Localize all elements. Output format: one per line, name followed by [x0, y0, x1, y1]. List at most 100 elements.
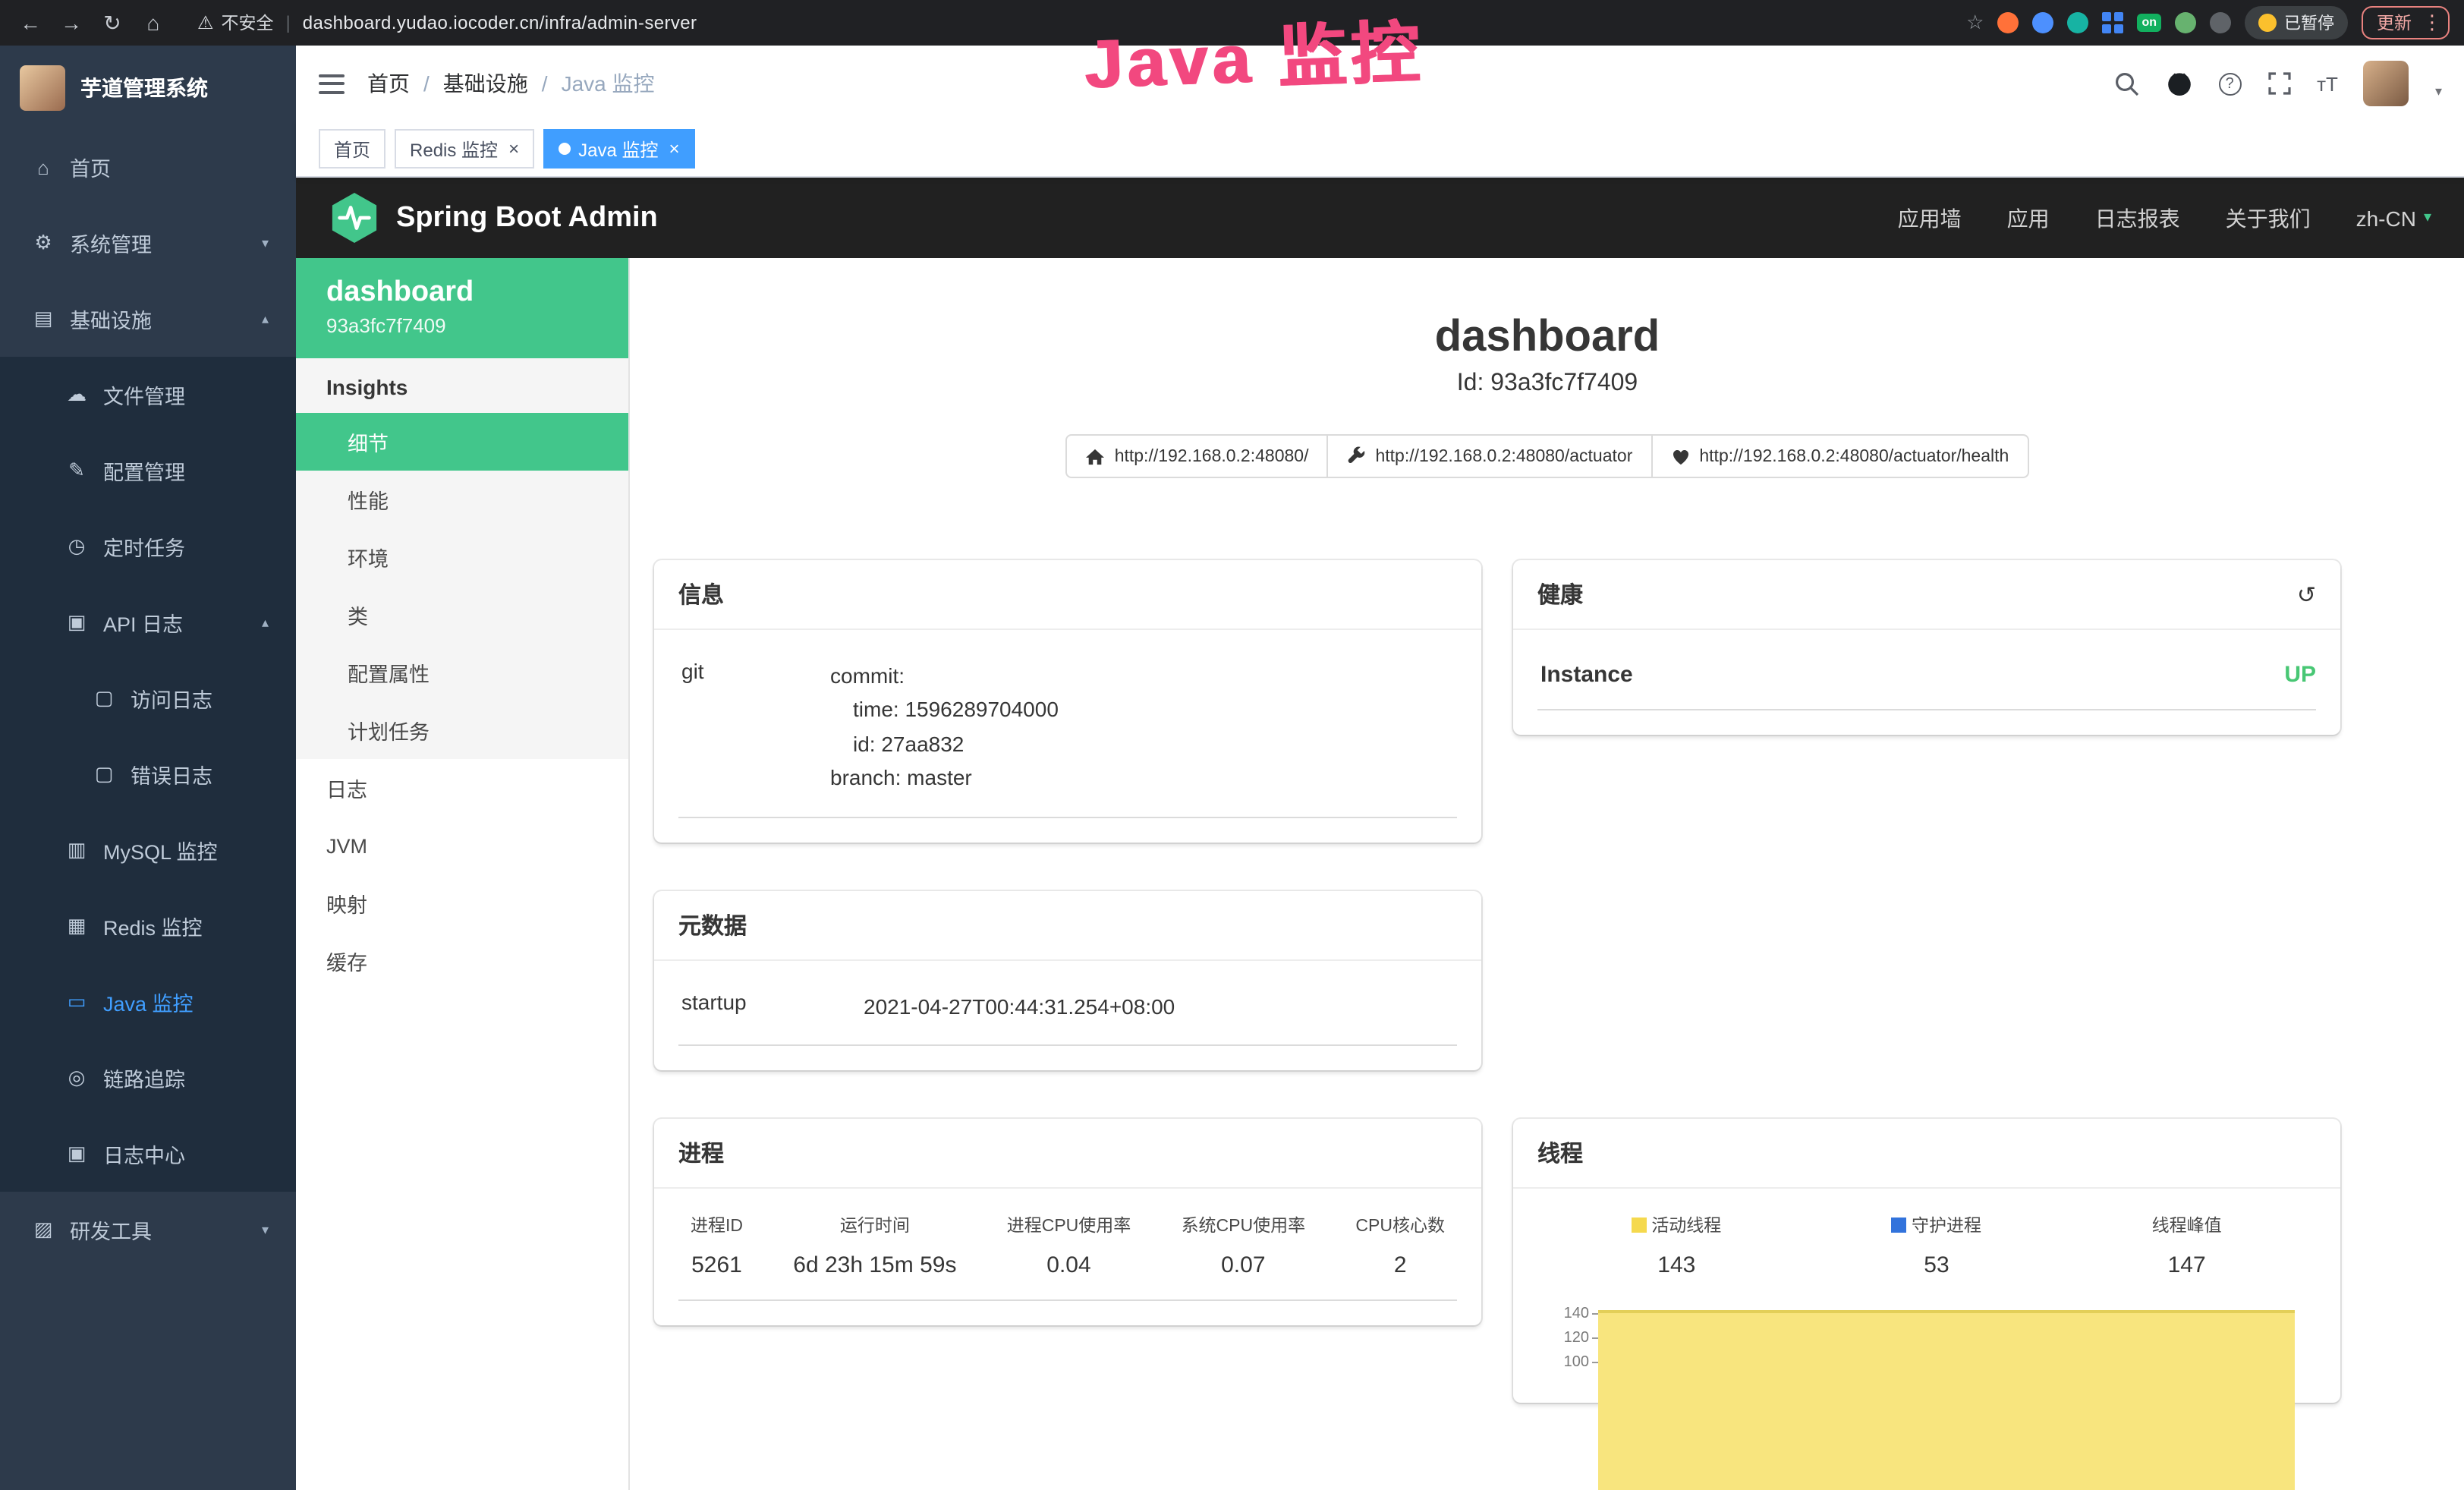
instance-menu-caches[interactable]: 缓存	[296, 932, 628, 990]
tab-java-monitor[interactable]: Java 监控	[543, 129, 694, 169]
active-tab-dot	[559, 143, 571, 155]
extension-icon-pin[interactable]	[2032, 12, 2053, 33]
instance-menu-mappings[interactable]: 映射	[296, 874, 628, 932]
user-avatar[interactable]	[2364, 61, 2409, 106]
sidebar-item-java-monitor[interactable]: Java 监控	[0, 964, 296, 1040]
sba-brand[interactable]: Spring Boot Admin	[396, 201, 658, 235]
sidebar-item-system-management[interactable]: 系统管理	[0, 205, 296, 281]
sidebar-item-log-center[interactable]: 日志中心	[0, 1116, 296, 1192]
browser-back-icon[interactable]: ←	[15, 6, 46, 39]
sidebar-item-home[interactable]: 首页	[0, 129, 296, 205]
instance-menu-performance[interactable]: 性能	[296, 471, 628, 528]
extension-icon-switch-on[interactable]: on	[2137, 14, 2161, 32]
fullscreen-icon[interactable]	[2267, 71, 2291, 96]
sba-body: dashboard 93a3fc7f7409 Insights 细节 性能 环境…	[296, 258, 2464, 1490]
sidebar-item-error-logs[interactable]: 错误日志	[0, 736, 296, 812]
sba-nav-wall[interactable]: 应用墙	[1898, 203, 1962, 233]
sidebar-item-label: Redis 监控	[103, 911, 203, 941]
git-id-line: id: 27aa832	[830, 727, 1059, 761]
browser-refresh-icon[interactable]: ↻	[97, 6, 127, 39]
sidebar-item-file-management[interactable]: 文件管理	[0, 357, 296, 433]
breadcrumb-current: Java 监控	[562, 68, 655, 99]
github-icon[interactable]	[2165, 70, 2192, 97]
browser-menu-icon[interactable]: ⋮	[2422, 11, 2442, 35]
sidebar-item-config-management[interactable]: 配置管理	[0, 433, 296, 509]
app-logo[interactable]: 芋道管理系统	[0, 46, 296, 129]
metadata-value: 2021-04-27T00:44:31.254+08:00	[864, 989, 1175, 1023]
locale-select[interactable]: zh-CN	[2356, 206, 2431, 230]
breadcrumb-infrastructure[interactable]: 基础设施	[443, 68, 528, 99]
sidebar-item-mysql-monitor[interactable]: MySQL 监控	[0, 812, 296, 888]
instance-menu-classes[interactable]: 类	[296, 586, 628, 644]
process-col-pid: 进程ID 5261	[691, 1213, 743, 1278]
content-column: 首页 / 基础设施 / Java 监控	[296, 46, 2464, 1490]
header-actions: тТ ▾	[2113, 61, 2442, 106]
git-commit-line: commit:	[830, 659, 1059, 693]
instance-menu-config-props[interactable]: 配置属性	[296, 644, 628, 701]
hamburger-icon[interactable]	[319, 74, 345, 93]
close-icon[interactable]	[508, 138, 519, 159]
sba-nav-journal[interactable]: 日志报表	[2095, 203, 2180, 233]
sidebar-item-label: 基础设施	[70, 304, 152, 334]
home-icon	[1086, 447, 1106, 465]
tab-redis-monitor[interactable]: Redis 监控	[395, 129, 534, 169]
sidebar-item-scheduled-jobs[interactable]: 定时任务	[0, 509, 296, 584]
actuator-url-button[interactable]: http://192.168.0.2:48080/actuator	[1326, 434, 1652, 478]
close-icon[interactable]	[669, 138, 679, 159]
tab-home[interactable]: 首页	[319, 129, 385, 169]
instance-menu-scheduled-tasks[interactable]: 计划任务	[296, 701, 628, 759]
threads-card-header: 线程	[1513, 1119, 2340, 1189]
info-card-body: git commit: time: 1596289704000 id: 27aa…	[654, 630, 1481, 842]
sba-logo-icon[interactable]	[329, 191, 379, 244]
bookmark-star-icon[interactable]: ☆	[1966, 11, 1984, 35]
history-icon[interactable]: ↺	[2297, 581, 2316, 608]
instance-menu-jvm[interactable]: JVM	[296, 817, 628, 874]
chart-y-axis: 140 120 100	[1544, 1306, 1598, 1378]
sba-nav-about[interactable]: 关于我们	[2226, 203, 2311, 233]
service-url-button[interactable]: http://192.168.0.2:48080/	[1066, 434, 1329, 478]
avatar-caret-icon[interactable]: ▾	[2435, 83, 2442, 100]
extension-icon-leaf[interactable]	[2175, 12, 2196, 33]
instance-header[interactable]: dashboard 93a3fc7f7409	[296, 258, 628, 358]
browser-home-icon[interactable]: ⌂	[138, 6, 168, 39]
font-size-icon[interactable]: тТ	[2317, 72, 2338, 95]
sidebar-item-label: API 日志	[103, 607, 183, 638]
address-bar[interactable]: dashboard.yudao.iocoder.cn/infra/admin-s…	[303, 12, 697, 33]
search-icon[interactable]	[2113, 71, 2139, 96]
home-icon	[30, 156, 56, 178]
instance-name: dashboard	[326, 276, 598, 310]
mysql-icon	[64, 838, 90, 862]
sidebar-item-label: Java 监控	[103, 987, 194, 1017]
sidebar-item-api-logs[interactable]: API 日志	[0, 584, 296, 660]
breadcrumb-separator: /	[423, 71, 430, 96]
sidebar-item-dev-tools[interactable]: 研发工具	[0, 1192, 296, 1268]
threads-col-peak: 线程峰值 147	[2152, 1213, 2222, 1278]
help-icon[interactable]	[2218, 72, 2241, 95]
security-chip[interactable]: ⚠ 不安全	[197, 11, 274, 35]
browser-update-button[interactable]: 更新 ⋮	[2362, 6, 2450, 39]
breadcrumb-home[interactable]: 首页	[367, 68, 410, 99]
extension-icon-puzzle[interactable]	[2210, 12, 2231, 33]
error-log-icon	[91, 762, 117, 786]
metadata-key: startup	[678, 989, 864, 1023]
instance-menu-environment[interactable]: 环境	[296, 528, 628, 586]
instance-menu-logs[interactable]: 日志	[296, 759, 628, 817]
threads-col-daemon: 守护进程 53	[1892, 1213, 1981, 1278]
extension-icon-teal[interactable]	[2067, 12, 2088, 33]
extension-icon-grid[interactable]	[2102, 12, 2123, 33]
metadata-card-title: 元数据	[678, 909, 747, 940]
profile-paused-chip[interactable]: 已暂停	[2245, 6, 2348, 39]
sidebar-item-access-logs[interactable]: 访问日志	[0, 660, 296, 736]
browser-forward-icon[interactable]: →	[56, 6, 87, 39]
process-col-uptime: 运行时间 6d 23h 15m 59s	[793, 1213, 956, 1278]
health-key: Instance	[1537, 662, 1633, 688]
health-url-button[interactable]: http://192.168.0.2:48080/actuator/health	[1651, 434, 2028, 478]
sidebar-item-infrastructure[interactable]: 基础设施	[0, 281, 296, 357]
annotation-text: Java 监控	[1082, 0, 1425, 108]
instance-menu-details[interactable]: 细节	[296, 413, 628, 471]
sba-nav-applications[interactable]: 应用	[2007, 203, 2050, 233]
locale-label: zh-CN	[2356, 206, 2416, 230]
sidebar-item-trace[interactable]: 链路追踪	[0, 1040, 296, 1116]
sidebar-item-redis-monitor[interactable]: Redis 监控	[0, 888, 296, 964]
extension-icon-orange[interactable]	[1997, 12, 2019, 33]
